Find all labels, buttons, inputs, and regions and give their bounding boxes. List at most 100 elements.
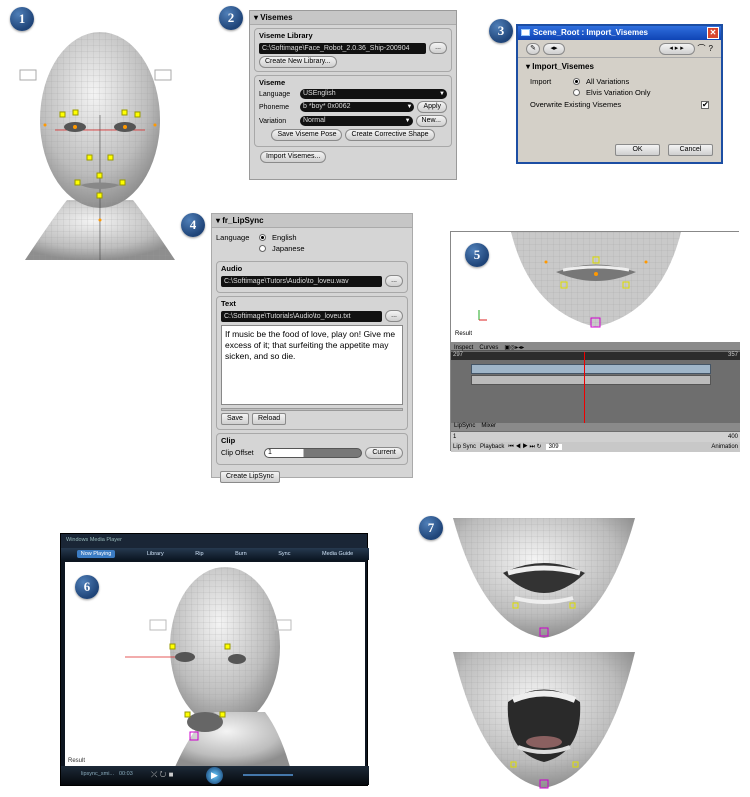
tab-sync[interactable]: Sync — [278, 551, 290, 557]
tab-curves[interactable]: Curves — [476, 345, 501, 351]
overwrite-label: Overwrite Existing Visemes — [530, 100, 622, 109]
lock-icon[interactable]: ⌒ — [698, 43, 706, 54]
lipsync-title-text: fr_LipSync — [222, 216, 264, 225]
nav-arrows-icon[interactable]: ◂▸ — [543, 42, 565, 55]
tab-inspect[interactable]: Inspect — [451, 345, 476, 351]
wmp-time: 00:03 — [119, 771, 133, 777]
apply-button[interactable]: Apply — [417, 101, 447, 113]
dialog-title: Scene_Root : Import_Visemes — [533, 28, 649, 37]
tab-lipsync[interactable]: LipSync — [451, 423, 478, 429]
playback-label[interactable]: Playback — [480, 444, 504, 450]
current-button[interactable]: Current — [365, 447, 403, 459]
play-button[interactable]: ▶ — [206, 767, 223, 784]
create-lipsync-button[interactable]: Create LipSync — [220, 471, 280, 483]
library-path-field[interactable]: C:\Softimage\Face_Robot_2.0.36_Ship-2009… — [259, 42, 427, 54]
viseme-group: Viseme Language USEnglish Phoneme b *boy* … — [254, 75, 452, 147]
lipsync-title: ▾ fr_LipSync — [212, 214, 412, 228]
audio-group: Audio C:\Softimage\Tutors\Audio\to_loveu… — [216, 261, 408, 293]
frame-start: 1 — [453, 434, 457, 440]
dialog-section-label: ▾ Import_Visemes — [526, 62, 594, 71]
step-badge-1: 1 — [10, 7, 34, 31]
phoneme-select[interactable]: b *boy* 0x0062 — [300, 102, 415, 112]
text-scrollbar[interactable] — [221, 408, 403, 411]
language-select[interactable]: USEnglish — [300, 89, 447, 99]
text-group: Text C:\Softimage\Tutorials\Audio\to_lov… — [216, 296, 408, 430]
range-start: 297 — [453, 352, 464, 358]
window-icon — [521, 29, 530, 36]
clip-group: Clip Clip Offset 1 Current — [216, 433, 408, 465]
step-badge-5: 5 — [465, 243, 489, 267]
audio-label: Audio — [221, 264, 243, 273]
timeline-tools-icon[interactable]: ▣◎▸◂▸ — [501, 344, 527, 351]
mouth-viewport[interactable] — [451, 232, 740, 342]
dialog-toolbar: ✎ ◂▸ ◂ ▸ ▸ ⌒ ? — [518, 40, 721, 58]
ok-button[interactable]: OK — [615, 144, 660, 156]
elvis-variation-radio[interactable] — [573, 89, 580, 96]
result-label: Result — [455, 331, 473, 337]
phoneme-track[interactable] — [471, 375, 711, 385]
playback-bar: Lip Sync Playback ⏮ ◀ ▶ ⏭ ↻ 309 Animatio… — [451, 442, 740, 452]
dialog-section-text: Import_Visemes — [532, 62, 594, 71]
step-badge-2: 2 — [219, 6, 243, 30]
video-display[interactable]: Result — [65, 562, 365, 767]
visemes-title-text: Visemes — [260, 13, 293, 22]
import-visemes-dialog: Scene_Root : Import_Visemes ✕ ✎ ◂▸ ◂ ▸ ▸… — [516, 24, 723, 164]
new-variation-button[interactable]: New... — [415, 115, 447, 127]
viseme-track[interactable] — [471, 364, 711, 374]
animation-button[interactable]: Animation — [711, 444, 738, 450]
animation-viewport: Result Inspect Curves ▣◎▸◂▸ 297 357 LipSync… — [450, 231, 740, 452]
variation-select[interactable]: Normal — [300, 116, 413, 126]
import-visemes-button[interactable]: Import Visemes... — [260, 151, 327, 163]
playback-controls-icon[interactable]: ⏮ ◀ ▶ ⏭ ↻ — [508, 443, 541, 451]
text-path-field[interactable]: C:\Softimage\Tutorials\Audio\to_loveu.tx… — [221, 310, 383, 322]
audio-browse-button[interactable]: ... — [385, 275, 403, 287]
shuffle-repeat-icon[interactable]: ⤫ ↻ ■ — [151, 770, 173, 780]
preset-arrows-icon[interactable]: ◂ ▸ ▸ — [658, 42, 695, 55]
volume-slider[interactable] — [243, 774, 293, 776]
media-player-window: Windows Media Player Now Playing Library… — [60, 533, 369, 786]
wmp-title: Windows Media Player — [66, 537, 122, 543]
timeline-ruler[interactable]: 297 357 — [451, 352, 740, 360]
english-radio[interactable] — [259, 234, 266, 241]
key-icon[interactable]: ✎ — [526, 42, 540, 55]
step-badge-7: 7 — [419, 516, 443, 540]
japanese-radio[interactable] — [259, 245, 266, 252]
wmp-titlebar[interactable]: Windows Media Player — [61, 534, 367, 548]
audio-path-field[interactable]: C:\Softimage\Tutors\Audio\to_loveu.wav — [221, 275, 383, 287]
tab-library[interactable]: Library — [147, 551, 164, 557]
playhead[interactable] — [584, 352, 585, 424]
clip-offset-slider[interactable]: 1 — [264, 448, 362, 458]
tab-burn[interactable]: Burn — [235, 551, 247, 557]
lipsync-text-area[interactable]: If music be the food of love, play on! G… — [221, 325, 403, 405]
help-icon[interactable]: ? — [709, 44, 713, 53]
clip-offset-value: 1 — [268, 449, 272, 456]
save-viseme-pose-button[interactable]: Save Viseme Pose — [271, 129, 343, 141]
face-rig-viewport[interactable] — [15, 15, 185, 260]
create-corrective-shape-button[interactable]: Create Corrective Shape — [345, 129, 435, 141]
lipsync-label: Lip Sync — [453, 444, 477, 450]
frame-slider[interactable]: 1 400 — [451, 432, 740, 442]
tab-rip[interactable]: Rip — [195, 551, 203, 557]
all-variations-radio[interactable] — [573, 78, 580, 85]
save-text-button[interactable]: Save — [221, 413, 249, 425]
library-browse-button[interactable]: ... — [429, 42, 447, 54]
text-browse-button[interactable]: ... — [385, 310, 403, 322]
wmp-result-label: Result — [68, 758, 85, 764]
frame-end: 400 — [727, 434, 738, 440]
create-library-button[interactable]: Create New Library... — [259, 56, 337, 68]
wmp-file-name: lipsync_smi... — [81, 771, 115, 777]
english-label: English — [272, 233, 297, 242]
step-badge-4: 4 — [181, 213, 205, 237]
cancel-button[interactable]: Cancel — [668, 144, 713, 156]
current-frame-field[interactable]: 309 — [545, 444, 562, 450]
dialog-titlebar[interactable]: Scene_Root : Import_Visemes ✕ — [518, 26, 721, 40]
reload-text-button[interactable]: Reload — [251, 413, 287, 425]
tab-media-guide[interactable]: Media Guide — [322, 551, 353, 557]
close-button[interactable]: ✕ — [707, 27, 719, 39]
tab-mixer[interactable]: Mixer — [478, 423, 499, 429]
timeline-toolbar: Inspect Curves ▣◎▸◂▸ — [451, 342, 740, 351]
tab-now-playing[interactable]: Now Playing — [76, 550, 116, 558]
overwrite-checkbox[interactable]: ✔ — [701, 100, 709, 109]
viseme-library-group: Viseme Library C:\Softimage\Face_Robot_2… — [254, 28, 452, 72]
viseme-result-top — [453, 518, 635, 640]
